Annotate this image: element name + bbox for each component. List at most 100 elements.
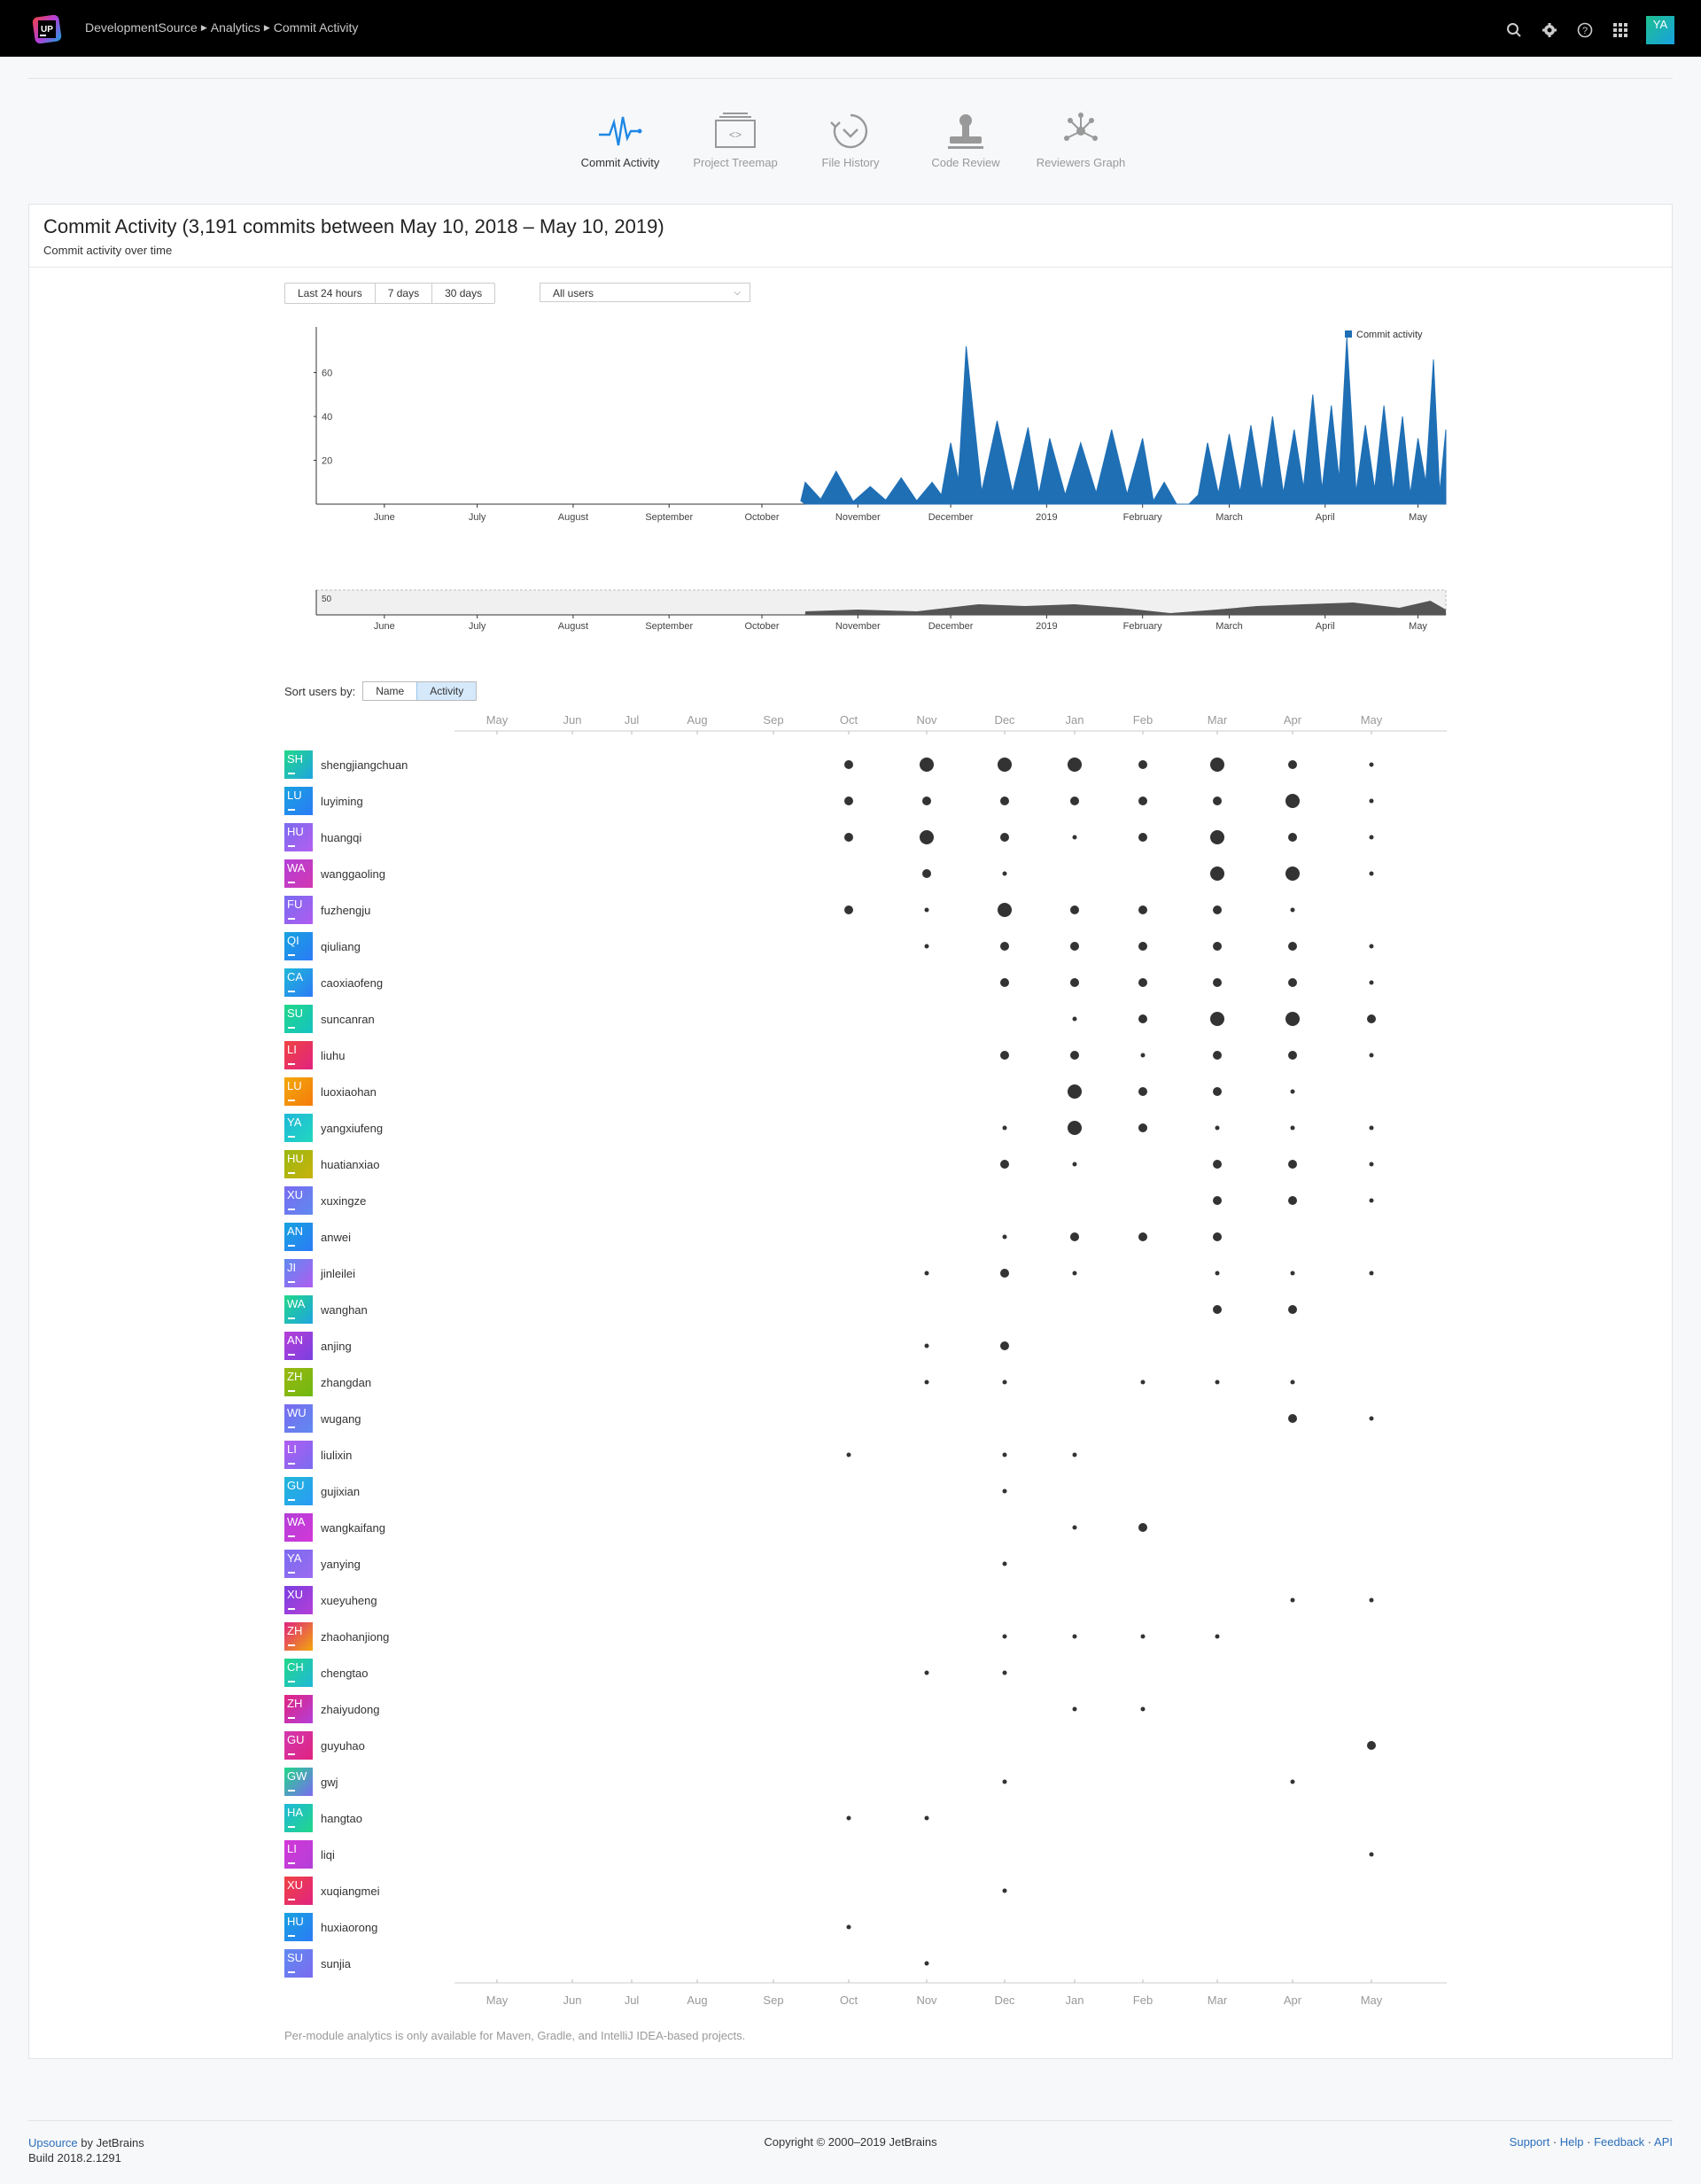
user-row[interactable]: GW gwj bbox=[284, 1768, 338, 1796]
user-name[interactable]: luoxiaohan bbox=[321, 1085, 377, 1099]
tab-code-review[interactable]: Code Review bbox=[908, 106, 1023, 169]
user-row[interactable]: HA hangtao bbox=[284, 1804, 362, 1832]
user-name[interactable]: caoxiaofeng bbox=[321, 976, 383, 990]
help-icon[interactable]: ? bbox=[1575, 20, 1595, 40]
user-row[interactable]: HU huxiaorong bbox=[284, 1913, 377, 1941]
activity-bubble bbox=[1369, 798, 1374, 804]
user-row[interactable]: SU sunjia bbox=[284, 1949, 351, 1978]
user-name[interactable]: jinleilei bbox=[321, 1267, 355, 1280]
user-name[interactable]: huangqi bbox=[321, 831, 361, 844]
user-row[interactable]: GU gujixian bbox=[284, 1477, 360, 1505]
user-name[interactable]: wugang bbox=[321, 1412, 361, 1426]
user-name[interactable]: shengjiangchuan bbox=[321, 758, 408, 772]
user-row[interactable]: ZH zhaohanjiong bbox=[284, 1622, 389, 1651]
user-name[interactable]: xuqiangmei bbox=[321, 1885, 380, 1898]
graph-icon bbox=[1064, 113, 1098, 141]
user-row[interactable]: WU wugang bbox=[284, 1404, 361, 1433]
user-row[interactable]: ZH zhaiyudong bbox=[284, 1695, 380, 1723]
breadcrumb-project[interactable]: DevelopmentSource bbox=[85, 20, 198, 35]
user-name[interactable]: fuzhengju bbox=[321, 904, 370, 917]
api-link[interactable]: API bbox=[1654, 2135, 1673, 2149]
user-avatar: FU bbox=[284, 896, 313, 924]
user-row[interactable]: LU luoxiaohan bbox=[284, 1077, 377, 1106]
activity-bubble bbox=[1072, 835, 1077, 840]
user-name[interactable]: huatianxiao bbox=[321, 1158, 380, 1171]
activity-bubble bbox=[998, 758, 1012, 772]
user-avatar[interactable]: YA bbox=[1646, 16, 1674, 44]
range-24h-button[interactable]: Last 24 hours bbox=[285, 284, 376, 303]
user-row[interactable]: WA wangkaifang bbox=[284, 1513, 385, 1542]
user-row[interactable]: SH shengjiangchuan bbox=[284, 750, 408, 779]
user-row[interactable]: SU suncanran bbox=[284, 1005, 375, 1033]
user-name[interactable]: huxiaorong bbox=[321, 1921, 377, 1934]
user-row[interactable]: LU luyiming bbox=[284, 787, 363, 815]
user-name[interactable]: xuxingze bbox=[321, 1194, 366, 1208]
user-row[interactable]: CA caoxiaofeng bbox=[284, 968, 383, 997]
user-name[interactable]: suncanran bbox=[321, 1013, 375, 1026]
user-row[interactable]: AN anwei bbox=[284, 1223, 351, 1251]
month-label: Jan bbox=[1066, 1994, 1084, 2007]
user-name[interactable]: anjing bbox=[321, 1340, 352, 1353]
user-row[interactable]: WA wanghan bbox=[284, 1295, 368, 1324]
user-name[interactable]: chengtao bbox=[321, 1667, 369, 1680]
user-name[interactable]: liuhu bbox=[321, 1049, 345, 1062]
user-name[interactable]: zhaiyudong bbox=[321, 1703, 380, 1716]
user-row[interactable]: LI liulixin bbox=[284, 1441, 352, 1469]
user-row[interactable]: YA yanying bbox=[284, 1550, 361, 1578]
support-link[interactable]: Support bbox=[1510, 2135, 1550, 2149]
user-name[interactable]: hangtao bbox=[321, 1812, 362, 1825]
user-row[interactable]: HU huangqi bbox=[284, 823, 361, 851]
user-name[interactable]: wanggaoling bbox=[321, 867, 385, 881]
help-link[interactable]: Help bbox=[1560, 2135, 1584, 2149]
range-30d-button[interactable]: 30 days bbox=[432, 284, 494, 303]
user-row[interactable]: ZH zhangdan bbox=[284, 1368, 371, 1396]
user-row[interactable]: XU xuqiangmei bbox=[284, 1877, 380, 1905]
sort-by-activity-button[interactable]: Activity bbox=[416, 682, 477, 700]
user-row[interactable]: LI liuhu bbox=[284, 1041, 345, 1069]
user-row[interactable]: AN anjing bbox=[284, 1332, 352, 1360]
user-row[interactable]: XU xuxingze bbox=[284, 1186, 366, 1215]
user-row[interactable]: HU huatianxiao bbox=[284, 1150, 380, 1178]
user-name[interactable]: gujixian bbox=[321, 1485, 360, 1498]
user-name[interactable]: qiuliang bbox=[321, 940, 361, 953]
user-row[interactable]: LI liqi bbox=[284, 1840, 335, 1869]
user-row[interactable]: QI qiuliang bbox=[284, 932, 361, 960]
feedback-link[interactable]: Feedback bbox=[1594, 2135, 1644, 2149]
user-name[interactable]: yangxiufeng bbox=[321, 1122, 383, 1135]
user-name[interactable]: liulixin bbox=[321, 1449, 352, 1462]
user-name[interactable]: gwj bbox=[321, 1776, 338, 1789]
tab-commit-activity[interactable]: Commit Activity bbox=[563, 106, 678, 169]
breadcrumb-analytics[interactable]: Analytics bbox=[211, 20, 260, 35]
overview-range-chart[interactable]: 50 June July August September October November… bbox=[277, 581, 1456, 634]
user-name[interactable]: luyiming bbox=[321, 795, 363, 808]
user-name[interactable]: sunjia bbox=[321, 1957, 351, 1970]
user-row[interactable]: JI jinleilei bbox=[284, 1259, 355, 1287]
search-icon[interactable] bbox=[1504, 20, 1524, 40]
user-row[interactable]: FU fuzhengju bbox=[284, 896, 370, 924]
upsource-logo[interactable]: UP bbox=[30, 12, 64, 46]
user-row[interactable]: WA wanggaoling bbox=[284, 859, 385, 888]
apps-grid-icon[interactable] bbox=[1611, 20, 1630, 40]
user-filter-select[interactable]: All users ⌵ bbox=[540, 283, 750, 302]
tab-reviewers-graph[interactable]: Reviewers Graph bbox=[1023, 106, 1138, 169]
user-name[interactable]: liqi bbox=[321, 1848, 335, 1861]
user-name[interactable]: wanghan bbox=[321, 1303, 368, 1317]
user-name[interactable]: wangkaifang bbox=[321, 1521, 385, 1535]
range-7d-button[interactable]: 7 days bbox=[376, 284, 433, 303]
user-name[interactable]: anwei bbox=[321, 1231, 351, 1244]
page-title: Commit Activity (3,191 commits between M… bbox=[43, 215, 664, 237]
user-row[interactable]: CH chengtao bbox=[284, 1659, 369, 1687]
sort-by-name-button[interactable]: Name bbox=[363, 682, 416, 700]
user-row[interactable]: GU guyuhao bbox=[284, 1731, 365, 1760]
tab-project-treemap[interactable]: <> Project Treemap bbox=[678, 106, 793, 169]
user-row[interactable]: XU xueyuheng bbox=[284, 1586, 377, 1614]
tab-file-history[interactable]: File History bbox=[793, 106, 908, 169]
user-name[interactable]: zhangdan bbox=[321, 1376, 371, 1389]
settings-icon[interactable] bbox=[1540, 20, 1559, 40]
user-name[interactable]: yanying bbox=[321, 1558, 361, 1571]
user-name[interactable]: xueyuheng bbox=[321, 1594, 377, 1607]
user-row[interactable]: YA yangxiufeng bbox=[284, 1114, 383, 1142]
user-name[interactable]: zhaohanjiong bbox=[321, 1630, 389, 1644]
month-label: Oct bbox=[840, 713, 858, 727]
user-name[interactable]: guyuhao bbox=[321, 1739, 365, 1753]
